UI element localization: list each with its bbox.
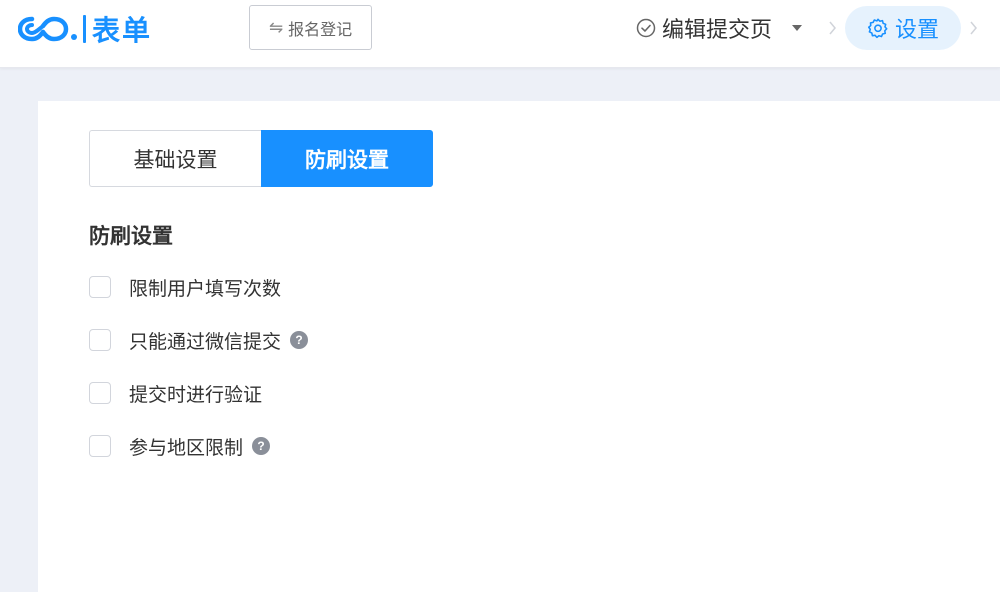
option-label: 提交时进行验证 — [129, 383, 263, 406]
section-title: 防刷设置 — [89, 224, 173, 248]
check-circle-icon — [636, 18, 656, 38]
settings-tabs: 基础设置 防刷设置 — [89, 130, 433, 187]
chevron-right-icon — [970, 21, 978, 35]
swap-arrows-icon: ⇋ — [268, 17, 284, 38]
checkbox-wechat-only[interactable] — [89, 329, 111, 351]
app-logo[interactable]: 表单 — [18, 12, 153, 47]
option-wechat-only: 只能通过微信提交 ? — [89, 327, 309, 353]
form-name-label: 报名登记 — [288, 19, 353, 39]
help-icon[interactable]: ? — [290, 331, 309, 349]
option-label: 只能通过微信提交 — [129, 330, 282, 353]
options-list: 限制用户填写次数 只能通过微信提交 ? 提交时进行验证 参与地区限制 ? — [89, 274, 309, 486]
logo-divider — [83, 15, 86, 43]
option-region-limit: 参与地区限制 ? — [89, 433, 308, 459]
step-edit-label: 编辑提交页 — [662, 18, 773, 43]
option-limit-submissions: 限制用户填写次数 — [89, 274, 308, 300]
logo-mark-icon — [18, 16, 77, 42]
step-settings[interactable]: 设置 — [845, 6, 962, 50]
help-icon[interactable]: ? — [252, 437, 271, 455]
chevron-right-icon — [829, 21, 836, 35]
logo-text: 表单 — [92, 14, 153, 47]
form-name-button[interactable]: ⇋ 报名登记 — [249, 5, 372, 50]
settings-panel: 基础设置 防刷设置 防刷设置 限制用户填写次数 只能通过微信提交 ? 提交时进行… — [38, 101, 1000, 592]
gear-icon — [867, 18, 888, 39]
step-navigation: 编辑提交页 设置 — [636, 0, 978, 56]
top-header: 表单 ⇋ 报名登记 编辑提交页 设置 — [0, 0, 1000, 68]
option-verify-on-submit: 提交时进行验证 — [89, 380, 308, 406]
tab-anti-spam-settings[interactable]: 防刷设置 — [261, 130, 433, 187]
option-label: 限制用户填写次数 — [129, 277, 282, 300]
checkbox-limit-submissions[interactable] — [89, 276, 111, 298]
step-settings-label: 设置 — [895, 18, 940, 43]
step-edit-page[interactable]: 编辑提交页 — [636, 12, 803, 44]
caret-down-icon[interactable] — [792, 25, 803, 31]
tab-basic-settings[interactable]: 基础设置 — [89, 130, 261, 187]
checkbox-region-limit[interactable] — [89, 435, 111, 457]
option-label: 参与地区限制 — [129, 436, 244, 459]
checkbox-verify-on-submit[interactable] — [89, 382, 111, 404]
